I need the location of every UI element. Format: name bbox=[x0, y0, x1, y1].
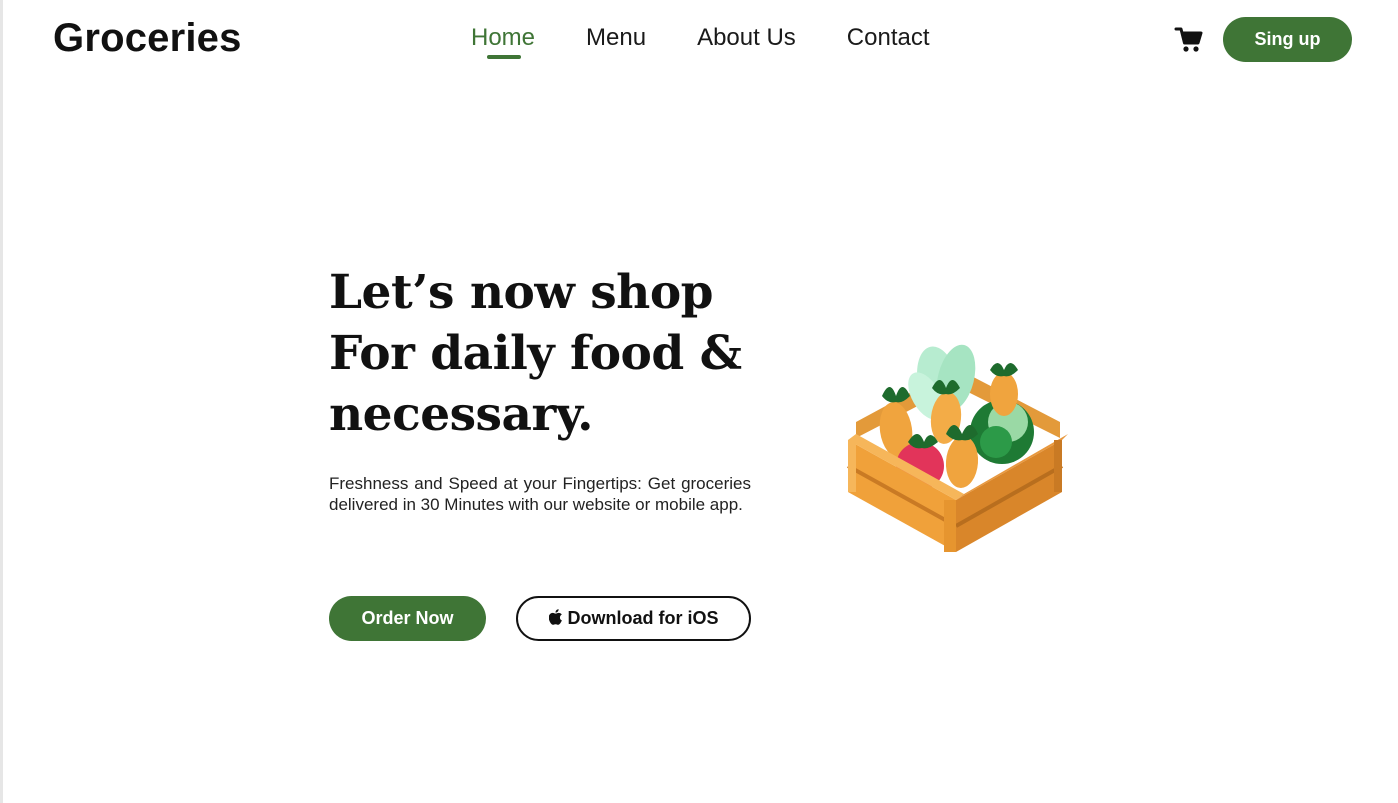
hero-title-line: Let’s now shop bbox=[329, 265, 714, 320]
main-nav: Home Menu About Us Contact bbox=[471, 24, 981, 59]
nav-item-label: About Us bbox=[697, 24, 796, 51]
nav-item-contact[interactable]: Contact bbox=[847, 24, 930, 52]
nav-item-label: Contact bbox=[846, 24, 930, 51]
site-logo[interactable]: Groceries bbox=[53, 16, 242, 61]
shopping-cart-icon[interactable] bbox=[1174, 26, 1204, 54]
hero-title-line: For daily food & bbox=[329, 326, 742, 381]
download-ios-button[interactable]: Download for iOS bbox=[516, 596, 751, 641]
page-left-border bbox=[0, 0, 3, 803]
vegetable-crate-illustration bbox=[838, 330, 1070, 555]
nav-item-label: Home bbox=[471, 24, 536, 51]
nav-item-menu[interactable]: Menu bbox=[586, 24, 646, 52]
nav-item-home[interactable]: Home bbox=[471, 24, 536, 59]
apple-icon bbox=[548, 609, 562, 625]
order-now-button[interactable]: Order Now bbox=[329, 596, 486, 641]
hero-description: Freshness and Speed at your Fingertips: … bbox=[329, 474, 751, 514]
nav-item-label: Menu bbox=[586, 24, 647, 51]
signup-button[interactable]: Sing up bbox=[1223, 17, 1352, 62]
hero-title: Let’s now shop For daily food & necessar… bbox=[329, 262, 749, 445]
hero-title-line: necessary. bbox=[329, 387, 594, 442]
active-nav-indicator bbox=[487, 55, 521, 59]
download-ios-label: Download for iOS bbox=[567, 608, 719, 628]
nav-item-about-us[interactable]: About Us bbox=[697, 24, 796, 52]
